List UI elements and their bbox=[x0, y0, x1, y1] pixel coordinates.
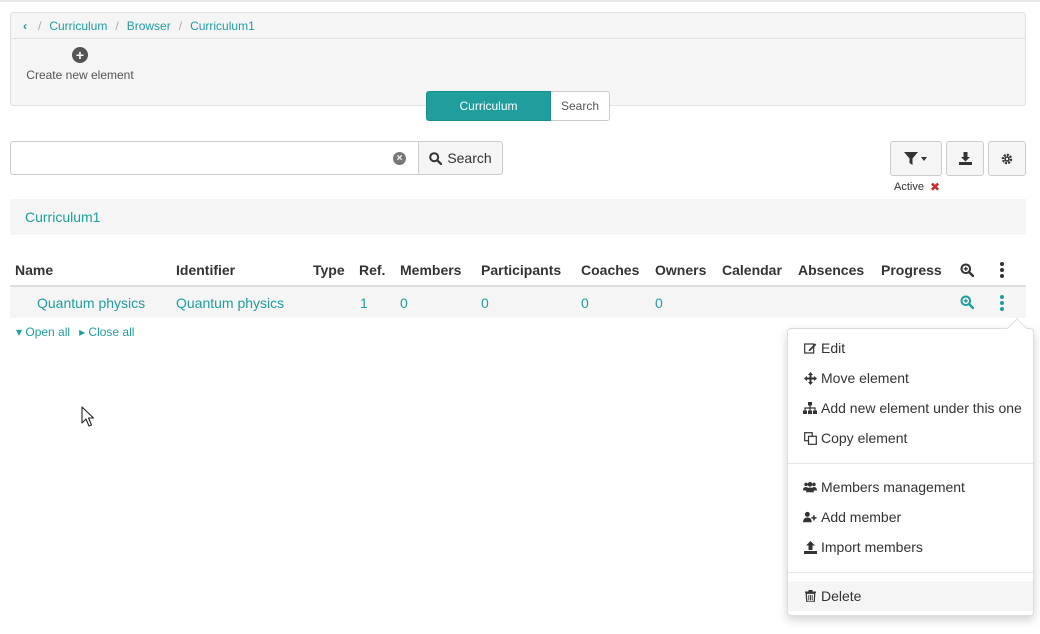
zoom-icon bbox=[960, 263, 975, 279]
row-actions-menu: Edit Move element Add new element under … bbox=[787, 318, 1034, 616]
trash-icon bbox=[803, 590, 817, 602]
tree-controls: ▾ Open all ▸ Close all bbox=[16, 325, 134, 339]
settings-button[interactable] bbox=[988, 141, 1026, 176]
search-button[interactable]: Search bbox=[418, 141, 503, 175]
chevron-left-icon[interactable]: ‹ bbox=[20, 19, 30, 33]
cell-ref[interactable]: 1 bbox=[360, 287, 368, 317]
copy-icon bbox=[803, 431, 817, 445]
curriculum-title[interactable]: Curriculum1 bbox=[10, 199, 1026, 235]
menu-item-label: Move element bbox=[821, 370, 909, 386]
cell-name[interactable]: Quantum physics bbox=[37, 287, 145, 317]
breadcrumb-item-browser[interactable]: Browser bbox=[127, 19, 171, 33]
column-header-participants[interactable]: Participants bbox=[481, 256, 561, 286]
row-actions-kebab-icon[interactable] bbox=[1000, 295, 1004, 311]
download-icon bbox=[958, 152, 972, 165]
cell-members[interactable]: 0 bbox=[400, 287, 408, 317]
user-plus-icon bbox=[803, 511, 817, 523]
filter-icon bbox=[904, 151, 927, 165]
top-divider bbox=[0, 0, 1040, 2]
menu-item-import-members[interactable]: Import members bbox=[788, 532, 1033, 562]
move-icon bbox=[803, 371, 817, 385]
download-button[interactable] bbox=[946, 141, 984, 176]
menu-item-label: Add new element under this one bbox=[821, 400, 1022, 416]
column-header-owners[interactable]: Owners bbox=[655, 256, 706, 286]
breadcrumb-item-curriculum[interactable]: Curriculum bbox=[49, 19, 107, 33]
menu-item-edit[interactable]: Edit bbox=[788, 333, 1033, 363]
breadcrumb-item-curriculum1[interactable]: Curriculum1 bbox=[190, 19, 255, 33]
column-header-type[interactable]: Type bbox=[313, 256, 345, 286]
menu-item-delete[interactable]: Delete bbox=[788, 581, 1033, 611]
column-header-calendar[interactable]: Calendar bbox=[722, 256, 782, 286]
breadcrumb-separator: / bbox=[115, 18, 119, 33]
menu-item-members-management[interactable]: Members management bbox=[788, 472, 1033, 502]
column-header-progress[interactable]: Progress bbox=[881, 256, 942, 286]
cell-coaches[interactable]: 0 bbox=[581, 287, 589, 317]
menu-item-add-member[interactable]: Add member bbox=[788, 502, 1033, 532]
upload-icon bbox=[803, 540, 817, 554]
tab-curriculum-browser[interactable]: Curriculum browser bbox=[426, 91, 551, 141]
menu-divider bbox=[788, 572, 1033, 573]
column-header-members[interactable]: Members bbox=[400, 256, 461, 286]
column-header-coaches[interactable]: Coaches bbox=[581, 256, 639, 286]
create-new-element-label: Create new element bbox=[26, 68, 134, 82]
create-new-element-button[interactable]: + Create new element bbox=[26, 47, 134, 82]
cell-identifier[interactable]: Quantum physics bbox=[176, 287, 284, 317]
breadcrumb: ‹ / Curriculum / Browser / Curriculum1 bbox=[11, 13, 1025, 39]
cell-participants[interactable]: 0 bbox=[481, 287, 489, 317]
cell-owners[interactable]: 0 bbox=[655, 287, 663, 317]
menu-item-label: Copy element bbox=[821, 430, 908, 446]
remove-filter-icon[interactable]: ✖ bbox=[930, 180, 940, 194]
column-actions-icon bbox=[1000, 262, 1004, 278]
column-header-name[interactable]: Name bbox=[15, 256, 53, 286]
mouse-cursor-icon bbox=[81, 406, 95, 427]
column-header-ref[interactable]: Ref. bbox=[359, 256, 385, 286]
filter-button[interactable] bbox=[890, 141, 942, 176]
search-field: × bbox=[10, 141, 419, 175]
table-header: Name Identifier Type Ref. Members Partic… bbox=[10, 256, 1026, 287]
users-icon bbox=[803, 481, 817, 493]
close-all-label: Close all bbox=[88, 325, 135, 339]
menu-item-copy-element[interactable]: Copy element bbox=[788, 423, 1033, 453]
search-input[interactable] bbox=[11, 142, 381, 174]
column-header-identifier[interactable]: Identifier bbox=[176, 256, 235, 286]
clear-icon[interactable]: × bbox=[393, 152, 406, 165]
plus-circle-icon: + bbox=[72, 47, 88, 63]
menu-item-label: Members management bbox=[821, 479, 965, 495]
active-filter-label: Active bbox=[894, 181, 924, 193]
edit-icon bbox=[803, 342, 817, 354]
curriculum-table: Name Identifier Type Ref. Members Partic… bbox=[10, 256, 1026, 318]
menu-divider bbox=[788, 463, 1033, 464]
open-all-label: Open all bbox=[25, 325, 71, 339]
sitemap-icon bbox=[803, 402, 817, 414]
menu-item-add-new-element-under[interactable]: Add new element under this one bbox=[788, 393, 1033, 423]
menu-item-label: Delete bbox=[821, 588, 862, 604]
tab-search[interactable]: Search bbox=[551, 91, 610, 121]
column-header-absences[interactable]: Absences bbox=[798, 256, 864, 286]
view-toggle: Curriculum browser Search bbox=[426, 91, 610, 141]
search-button-label: Search bbox=[447, 150, 492, 166]
breadcrumb-separator: / bbox=[178, 18, 183, 33]
zoom-in-icon[interactable] bbox=[960, 295, 975, 311]
table-row[interactable]: Quantum physics Quantum physics 1 0 0 0 … bbox=[10, 287, 1026, 318]
close-all-link[interactable]: ▸ Close all bbox=[79, 325, 134, 339]
menu-item-label: Add member bbox=[821, 509, 902, 525]
menu-item-label: Import members bbox=[821, 539, 923, 555]
search-icon bbox=[429, 151, 443, 165]
gear-icon bbox=[1001, 153, 1013, 164]
menu-item-move-element[interactable]: Move element bbox=[788, 363, 1033, 393]
active-filter-tag: Active ✖ bbox=[894, 180, 940, 194]
menu-item-label: Edit bbox=[821, 340, 846, 356]
open-all-link[interactable]: ▾ Open all bbox=[16, 325, 70, 339]
breadcrumb-separator: / bbox=[38, 18, 42, 33]
